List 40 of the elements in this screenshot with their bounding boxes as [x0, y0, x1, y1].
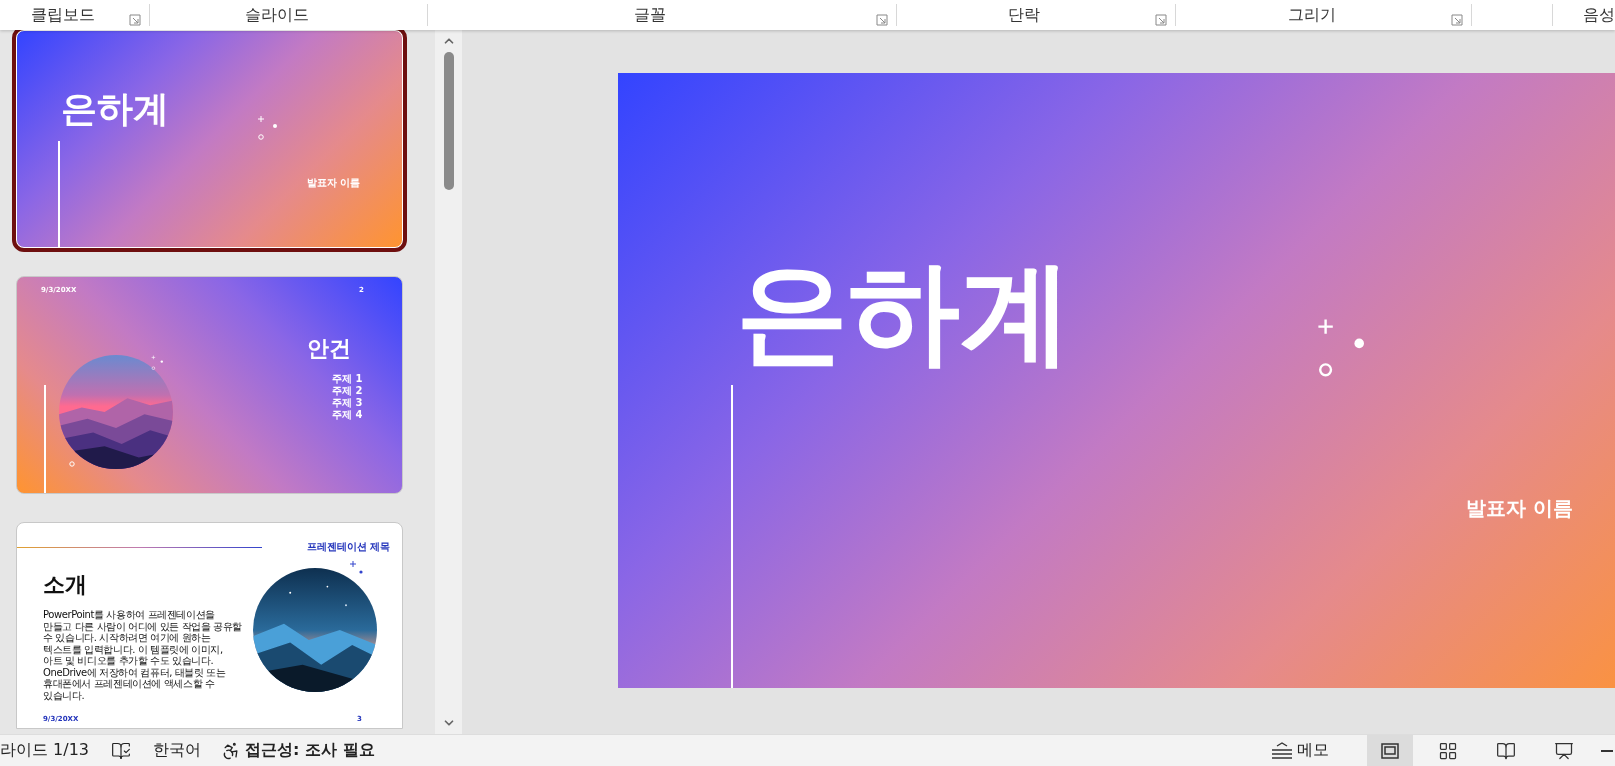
slide-title: 은하계 [61, 89, 169, 129]
presenter-name: 발표자 이름 [307, 177, 361, 188]
dialog-launcher-icon[interactable] [129, 14, 141, 26]
agenda-topic: 주제 1 [332, 373, 363, 384]
minus-icon [1601, 749, 1613, 752]
slide-title: 소개 [43, 573, 87, 598]
slide-header: 프레젠테이션 제목 [307, 541, 391, 552]
grid-view-icon [1438, 740, 1458, 761]
slide-title: 은하계 [736, 251, 1072, 375]
sparkle-icon [257, 115, 277, 140]
slide-title: 안건 [307, 337, 351, 362]
view-button[interactable] [1367, 735, 1413, 766]
dialog-launcher-icon[interactable] [1451, 14, 1463, 26]
sparkle-icon [1316, 317, 1364, 377]
notes-button[interactable]: 메모 [1265, 736, 1335, 765]
ribbon-group-label: 단락 [1008, 4, 1040, 26]
book-icon [1496, 740, 1516, 761]
slide-counter: 라이드 1/13 [0, 740, 89, 761]
presenter-name: 발표자 이름 [1466, 497, 1573, 519]
language-button[interactable]: 한국어 [147, 736, 207, 765]
slide-body-text: PowerPoint를 사용하여 프레젠테이션을 만들고 다른 사람이 어디에 있든 작업을 공유할 수 있습니다. 시작하려면 여기에 원하는 텍스트를 입력합니다. 이 템플릿에 이미지, 아트 및 비디오를 추가할 수도 있습니다. OneDrive에 저장하여 컴퓨터, 태블릿 또는 휴대폰에서 프레젠테이션에 액세스할 수 있습니다. [43, 609, 243, 701]
circle-icon [69, 461, 75, 467]
sparkle-icon [350, 561, 364, 575]
scrollbar-thumb[interactable] [443, 52, 454, 190]
dialog-launcher-icon[interactable] [1155, 14, 1167, 26]
dialog-launcher-icon[interactable] [876, 14, 888, 26]
notes-icon [1271, 741, 1293, 760]
agenda-topic: 주제 2 [332, 385, 363, 396]
agenda-topic: 주제 3 [332, 397, 363, 408]
sparkle-icon [151, 355, 163, 370]
ribbon-group-label: 슬라이드 [244, 4, 309, 26]
book-check-icon [111, 740, 131, 761]
ribbon-group-label: 음성 [1583, 4, 1615, 26]
ribbon-group-label: 클립보드 [30, 4, 95, 26]
agenda-topic: 주제 4 [332, 409, 363, 420]
ribbon-group-label: 그리기 [1287, 4, 1336, 26]
presentation-icon [1554, 740, 1574, 761]
accessibility-button[interactable]: 접근성: 조사 필요 [215, 736, 381, 765]
ribbon-group-label: 글꼴 [634, 4, 666, 26]
normal-view-icon [1380, 740, 1400, 761]
